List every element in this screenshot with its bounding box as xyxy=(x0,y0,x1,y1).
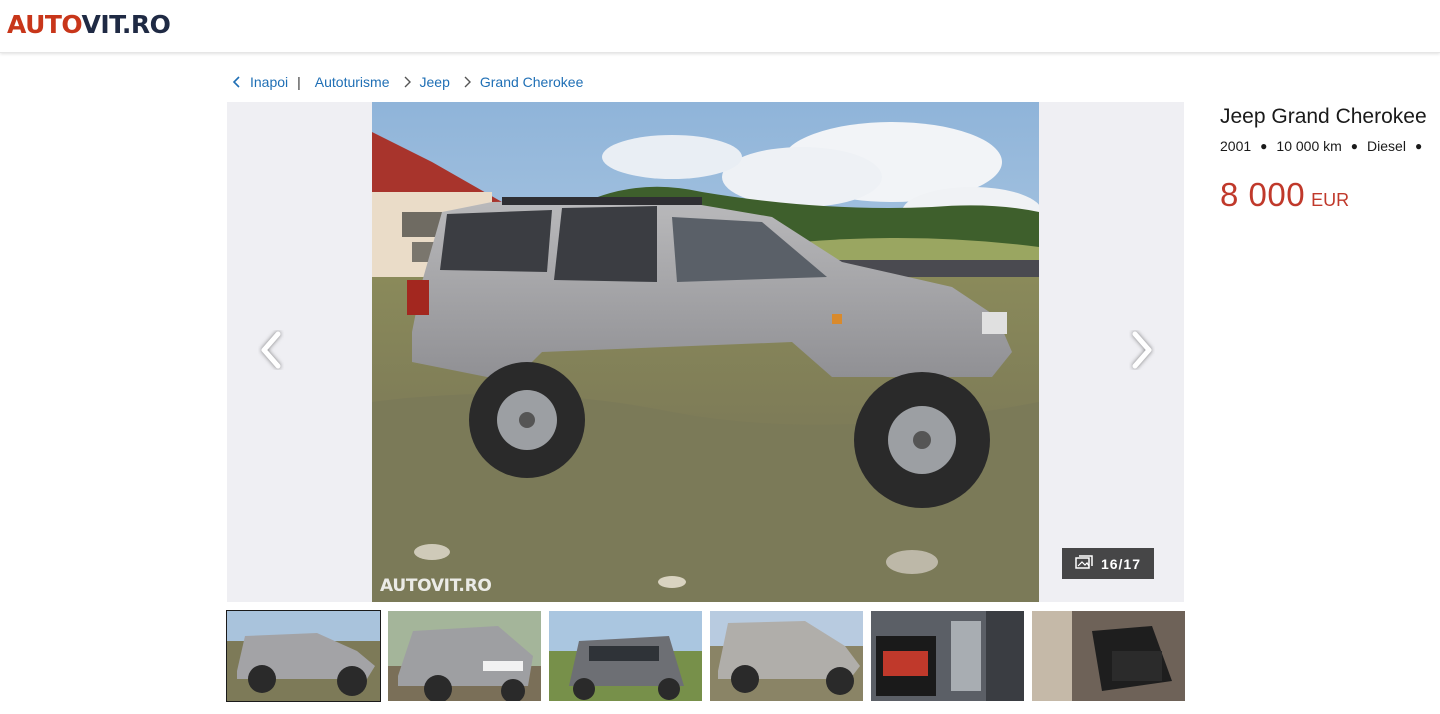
thumbnail-1[interactable] xyxy=(226,610,381,702)
top-header: AUTOVIT.RO xyxy=(0,0,1440,53)
chevron-right-icon xyxy=(458,73,476,91)
listing-price: 8 000 EUR xyxy=(1220,176,1349,214)
breadcrumb-jeep[interactable]: Jeep xyxy=(420,74,450,90)
price-currency: EUR xyxy=(1311,190,1350,210)
meta-separator: ● xyxy=(1350,139,1359,153)
breadcrumb: Inapoi | Autoturisme Jeep Grand Cherokee xyxy=(228,72,583,92)
thumbnail-2[interactable] xyxy=(388,611,541,701)
chevron-left-icon xyxy=(228,73,246,91)
photo-counter-text: 16/17 xyxy=(1100,555,1142,572)
photo-counter[interactable]: 16/17 xyxy=(1062,548,1154,579)
thumbnail-5[interactable] xyxy=(871,611,1024,701)
logo-text-vit: VIT.RO xyxy=(81,10,171,39)
logo-text-auto: AUTO xyxy=(7,10,82,39)
chevron-right-icon xyxy=(398,73,416,91)
autovit-watermark: AUTOVIT.RO xyxy=(380,576,492,596)
photos-icon xyxy=(1075,555,1093,572)
back-link[interactable]: Inapoi xyxy=(250,74,288,90)
breadcrumb-autoturisme[interactable]: Autoturisme xyxy=(315,74,390,90)
breadcrumb-separator: | xyxy=(297,74,301,90)
listing-title: Jeep Grand Cherokee xyxy=(1220,105,1427,128)
price-amount: 8 000 xyxy=(1220,176,1306,213)
meta-separator: ● xyxy=(1414,139,1423,153)
breadcrumb-grand-cherokee[interactable]: Grand Cherokee xyxy=(480,74,584,90)
next-photo-button[interactable] xyxy=(1120,330,1164,374)
chevron-right-icon xyxy=(1129,330,1155,375)
listing-year: 2001 xyxy=(1220,138,1252,154)
listing-fuel: Diesel xyxy=(1367,138,1406,154)
thumbnail-6[interactable] xyxy=(1032,611,1185,701)
thumbnail-strip xyxy=(226,610,1187,703)
listing-mileage: 10 000 km xyxy=(1276,138,1342,154)
listing-meta: 2001 ● 10 000 km ● Diesel ● xyxy=(1220,138,1431,154)
photo-gallery: AUTOVIT.RO 16/17 xyxy=(227,102,1184,602)
thumbnail-4[interactable] xyxy=(710,611,863,701)
previous-photo-button[interactable] xyxy=(249,330,293,374)
autovit-logo[interactable]: AUTOVIT.RO xyxy=(7,10,171,40)
main-photo[interactable]: AUTOVIT.RO xyxy=(372,102,1039,602)
thumbnail-3[interactable] xyxy=(549,611,702,701)
jeep-photo-illustration xyxy=(372,102,1039,602)
meta-separator: ● xyxy=(1260,139,1268,153)
chevron-left-icon xyxy=(258,330,284,375)
